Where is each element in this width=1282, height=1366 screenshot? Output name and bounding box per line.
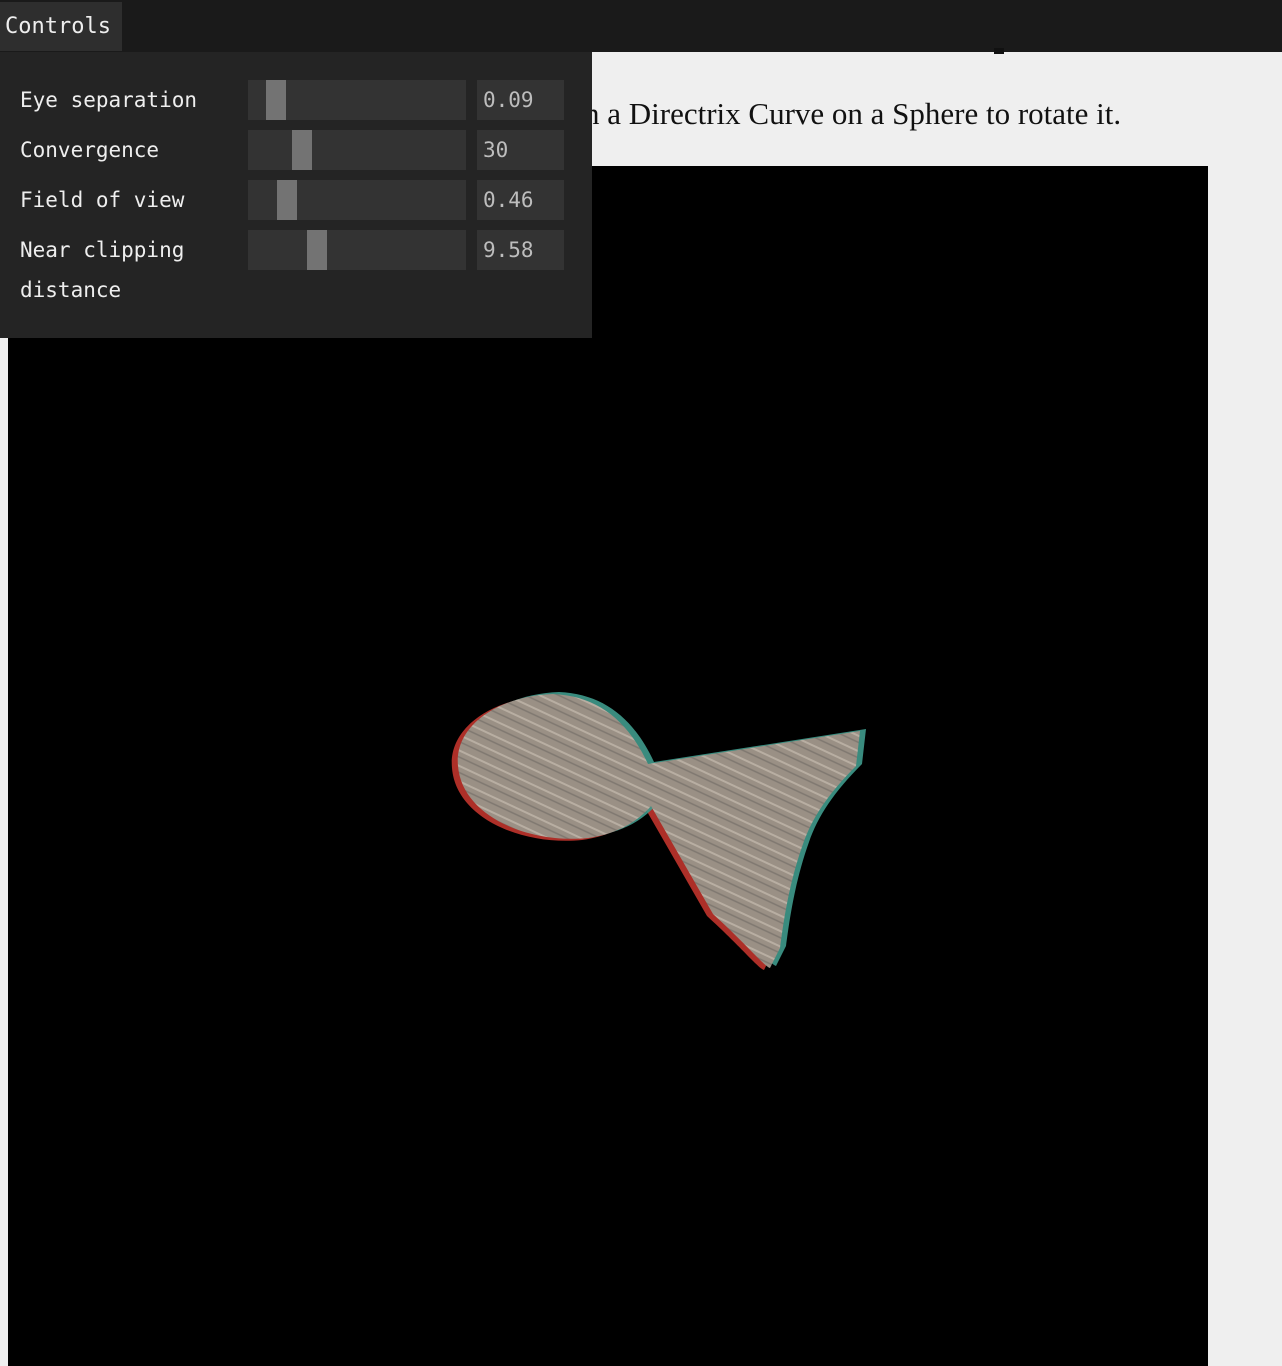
controls-panel: Eye separation Convergence Field of view… — [0, 52, 592, 338]
near-clipping-distance-label: Near clipping distance — [20, 238, 198, 302]
eye-separation-label: Eye separation — [20, 88, 198, 112]
eye-separation-input[interactable] — [477, 80, 564, 120]
convergence-label: Convergence — [20, 138, 160, 162]
top-bar: Controls — [0, 0, 1282, 52]
field-of-view-slider-thumb[interactable] — [277, 180, 297, 220]
convergence-slider-thumb[interactable] — [292, 130, 312, 170]
near-clipping-distance-slider-thumb[interactable] — [307, 230, 327, 270]
field-of-view-slider[interactable] — [248, 180, 466, 220]
intro-text: n a Directrix Curve on a Sphere to rotat… — [584, 96, 1122, 131]
near-clipping-distance-input[interactable] — [477, 230, 564, 270]
stereo-render-canvas[interactable] — [8, 166, 1208, 1366]
eye-separation-slider-thumb[interactable] — [266, 80, 286, 120]
field-of-view-input[interactable] — [477, 180, 564, 220]
page-heading-fragment — [994, 48, 1004, 54]
controls-toggle-button[interactable]: Controls — [0, 2, 122, 51]
convergence-input[interactable] — [477, 130, 564, 170]
eye-separation-slider[interactable] — [248, 80, 466, 120]
near-clipping-distance-slider[interactable] — [248, 230, 466, 270]
convergence-slider[interactable] — [248, 130, 466, 170]
anaglyph-3d-surface-icon — [451, 692, 866, 970]
field-of-view-label: Field of view — [20, 188, 185, 212]
